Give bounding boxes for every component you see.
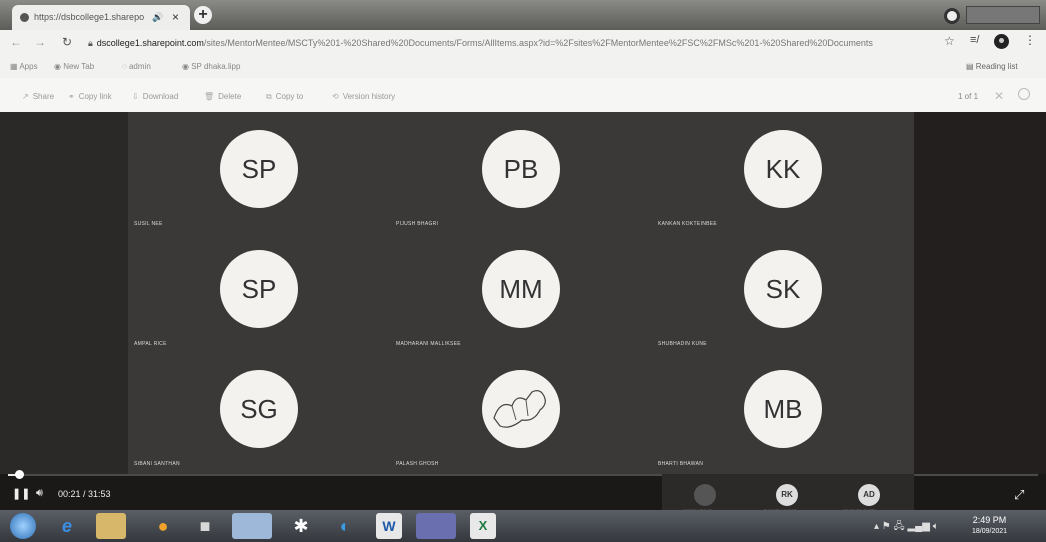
participant-avatar: SG: [220, 370, 298, 448]
tab-close-icon[interactable]: ×: [172, 5, 179, 30]
excel-icon[interactable]: X: [470, 513, 496, 539]
participant-name: PIJUSH BHAGRI: [396, 221, 439, 227]
ie-icon[interactable]: e: [52, 513, 82, 539]
side-panel: [914, 112, 1046, 482]
bookmark-apps[interactable]: ▦ Apps: [10, 62, 38, 71]
browser-menu-icon[interactable]: ⋮: [1024, 33, 1036, 47]
participant-name: SHUBHADIN KUNE: [658, 341, 707, 347]
participant-name: SIBANI SANTHAN: [134, 461, 180, 467]
participant-name: MADHARANI MALLIKSEE: [396, 341, 461, 347]
clock-date: 18/09/2021: [972, 528, 1008, 535]
participant-avatar: KK: [744, 130, 822, 208]
info-icon[interactable]: [1018, 88, 1030, 100]
extensions-icon[interactable]: ≡/: [970, 34, 979, 46]
address-bar[interactable]: 🔒︎ dscollege1.sharepoint.com/sites/Mentor…: [88, 34, 933, 52]
close-viewer-icon[interactable]: ✕: [994, 89, 1004, 103]
participant-avatar: MB: [744, 370, 822, 448]
participant-name: SUSIL NEE: [134, 221, 163, 227]
participant-avatar: SK: [744, 250, 822, 328]
delete-button[interactable]: 🗑︎ Delete: [204, 92, 241, 101]
lock-icon: 🔒︎: [88, 38, 93, 48]
volume-icon[interactable]: 🔊︎: [36, 487, 43, 500]
strip-avatar: RK: [776, 484, 798, 506]
participant-tile: MM MADHARANI MALLIKSEE: [390, 232, 652, 352]
participant-tile: PALASH GHOSH: [390, 352, 652, 472]
trash-icon: 🗑︎: [204, 92, 215, 101]
system-tray[interactable]: ▴ ⚑ 🖧 ▂▄▆ 🔈︎: [874, 519, 939, 536]
participant-avatar: SP: [220, 130, 298, 208]
window-controls[interactable]: [966, 6, 1040, 24]
bookmarks-bar: ▦ Apps ◉ New Tab ◌ admin ◉ SP dhaka.lipp: [0, 56, 1046, 78]
copy-link-button[interactable]: ⚭ Copy link: [68, 92, 112, 101]
bookmark-new-tab[interactable]: ◉ New Tab: [54, 62, 94, 71]
photos-icon[interactable]: [232, 513, 272, 539]
progress-knob[interactable]: [15, 470, 25, 479]
strip-avatar: AD: [858, 484, 880, 506]
profile-avatar[interactable]: [994, 34, 1009, 49]
participant-tile: SG SIBANI SANTHAN: [128, 352, 390, 472]
participant-tile: SP SUSIL NEE: [128, 112, 390, 232]
start-button[interactable]: [10, 513, 36, 539]
share-icon: ↗: [22, 92, 29, 101]
copy-icon: ⧉: [266, 92, 272, 101]
participant-avatar: MM: [482, 250, 560, 328]
site-favicon-icon: [20, 13, 29, 22]
participant-tile: KK KANKAN KOKTEINBEE: [652, 112, 914, 232]
forward-icon[interactable]: →: [34, 35, 46, 49]
history-icon: ⟲: [332, 92, 339, 101]
participant-tile: PB PIJUSH BHAGRI: [390, 112, 652, 232]
window-menu-icon[interactable]: [944, 8, 960, 24]
download-button[interactable]: ⇩ Download: [132, 92, 178, 101]
media-icon[interactable]: ●: [148, 513, 178, 539]
browser-tab[interactable]: https://dsbcollege1.sharepoint.com 🔊 ×: [12, 5, 190, 30]
taskbar-clock[interactable]: 2:49 PM 18/09/2021: [972, 515, 1007, 537]
copy-to-button[interactable]: ⧉ Copy to: [266, 92, 303, 102]
participant-tile: MB BHARTI BHAWAN: [652, 352, 914, 472]
participant-gallery: SP SUSIL NEE PB PIJUSH BHAGRI KK KANKAN …: [128, 112, 914, 482]
strip-avatar: [694, 484, 716, 506]
participant-name: AMPAL RICE: [134, 341, 167, 347]
page-count: 1 of 1: [958, 92, 979, 101]
player-icon[interactable]: ■: [190, 513, 220, 539]
version-history-button[interactable]: ⟲ Version history: [332, 92, 395, 101]
participant-strip: ANKIT NARANG RK RAJNISH KUMAR AD ABHISHE…: [662, 474, 914, 513]
sketch-avatar-icon: [493, 390, 546, 428]
participant-avatar-image: [482, 370, 560, 448]
participant-avatar: SP: [220, 250, 298, 328]
participant-name: KANKAN KOKTEINBEE: [658, 221, 718, 227]
share-button[interactable]: ↗ Share: [22, 92, 54, 101]
playback-time: 00:21 / 31:53: [58, 489, 111, 499]
bluetooth-icon[interactable]: ✱: [286, 513, 316, 539]
bookmark-sp[interactable]: ◉ SP dhaka.lipp: [182, 62, 240, 71]
bookmark-admin[interactable]: ◌ admin: [122, 62, 151, 71]
word-icon[interactable]: W: [376, 513, 402, 539]
participant-avatar: PB: [482, 130, 560, 208]
back-icon[interactable]: ←: [10, 35, 22, 49]
pause-icon[interactable]: ❚❚: [12, 487, 30, 500]
tab-title: https://dsbcollege1.sharepoint.com: [34, 12, 144, 22]
participant-name: BHARTI BHAWAN: [658, 461, 704, 467]
participant-tile: SP AMPAL RICE: [128, 232, 390, 352]
reload-icon[interactable]: ↻: [62, 35, 72, 49]
browser-toolbar: ← → ↻ 🔒︎ dscollege1.sharepoint.com/sites/…: [0, 30, 1046, 56]
link-icon: ⚭: [68, 92, 75, 101]
download-icon: ⇩: [132, 92, 139, 101]
browser-tab-strip: https://dsbcollege1.sharepoint.com 🔊 × +: [0, 0, 1046, 30]
speaker-icon: 🔊: [152, 12, 164, 22]
explorer-icon[interactable]: [96, 513, 126, 539]
sharepoint-command-bar: ↗ Share ⚭ Copy link ⇩ Download 🗑︎ Delete ⧉ Co…: [0, 78, 1046, 112]
edge-icon[interactable]: ◐: [330, 513, 360, 539]
participant-name: PALASH GHOSH: [396, 461, 439, 467]
teams-icon[interactable]: [416, 513, 456, 539]
video-player[interactable]: SP SUSIL NEE PB PIJUSH BHAGRI KK KANKAN …: [0, 112, 1046, 482]
clock-time: 2:49 PM: [972, 515, 1007, 525]
bookmark-star-icon[interactable]: ☆: [944, 34, 955, 48]
new-tab-button[interactable]: +: [194, 6, 212, 24]
participant-tile: SK SHUBHADIN KUNE: [652, 232, 914, 352]
reading-list-button[interactable]: ▤ Reading list: [966, 62, 1018, 71]
fullscreen-icon[interactable]: ⤢: [1014, 487, 1024, 503]
